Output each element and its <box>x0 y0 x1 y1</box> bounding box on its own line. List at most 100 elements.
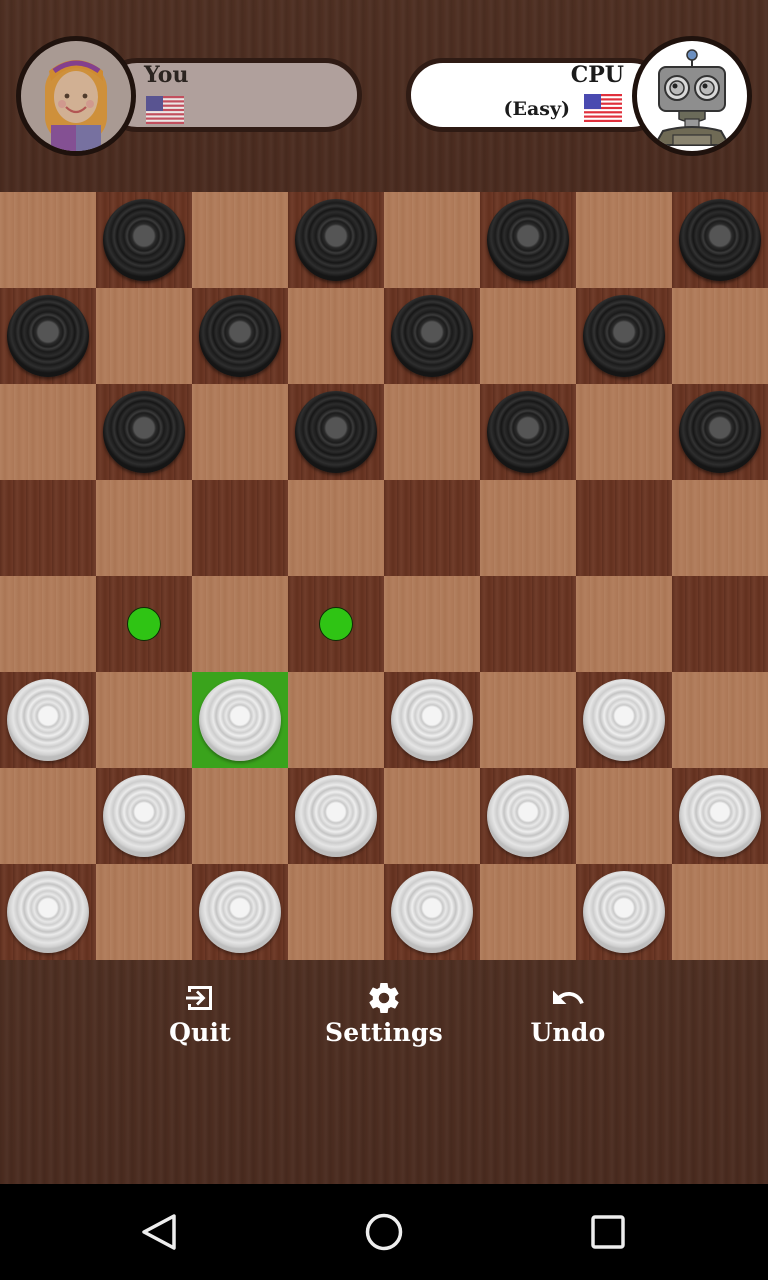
board-square-r7c0[interactable] <box>0 864 96 960</box>
gear-icon <box>304 980 464 1016</box>
board-square-r6c7[interactable] <box>672 768 768 864</box>
board-square-r5c4[interactable] <box>384 672 480 768</box>
white-checker-piece[interactable] <box>7 871 89 953</box>
board-square-r3c7 <box>672 480 768 576</box>
black-checker-piece[interactable] <box>295 199 377 281</box>
recents-icon[interactable] <box>584 1208 632 1256</box>
board-square-r6c4 <box>384 768 480 864</box>
board-square-r5c6[interactable] <box>576 672 672 768</box>
board-square-r6c0 <box>0 768 96 864</box>
black-checker-piece[interactable] <box>7 295 89 377</box>
system-nav-bar <box>0 1184 768 1280</box>
board-square-r2c3[interactable] <box>288 384 384 480</box>
board-square-r1c6[interactable] <box>576 288 672 384</box>
white-checker-piece[interactable] <box>583 871 665 953</box>
board-square-r7c3 <box>288 864 384 960</box>
white-checker-piece[interactable] <box>103 775 185 857</box>
board-square-r1c4[interactable] <box>384 288 480 384</box>
board-square-r1c5 <box>480 288 576 384</box>
board-square-r6c3[interactable] <box>288 768 384 864</box>
white-checker-piece[interactable] <box>199 871 281 953</box>
board-square-r4c5[interactable] <box>480 576 576 672</box>
board-square-r3c1 <box>96 480 192 576</box>
board-square-r0c3[interactable] <box>288 192 384 288</box>
black-checker-piece[interactable] <box>583 295 665 377</box>
black-checker-piece[interactable] <box>391 295 473 377</box>
black-checker-piece[interactable] <box>103 199 185 281</box>
board-square-r0c6 <box>576 192 672 288</box>
board-square-r3c4[interactable] <box>384 480 480 576</box>
black-checker-piece[interactable] <box>679 391 761 473</box>
board-square-r7c7 <box>672 864 768 960</box>
white-checker-piece[interactable] <box>391 679 473 761</box>
black-checker-piece[interactable] <box>487 199 569 281</box>
board-square-r2c7[interactable] <box>672 384 768 480</box>
board-square-r2c1[interactable] <box>96 384 192 480</box>
board-square-r7c4[interactable] <box>384 864 480 960</box>
board-square-r3c0[interactable] <box>0 480 96 576</box>
board-square-r4c4 <box>384 576 480 672</box>
black-checker-piece[interactable] <box>199 295 281 377</box>
board-square-r0c2 <box>192 192 288 288</box>
board-square-r5c0[interactable] <box>0 672 96 768</box>
board-square-r6c5[interactable] <box>480 768 576 864</box>
board-square-r2c5[interactable] <box>480 384 576 480</box>
black-checker-piece[interactable] <box>487 391 569 473</box>
board-square-r1c3 <box>288 288 384 384</box>
player-cpu-pill <box>406 58 668 132</box>
possible-move-marker[interactable] <box>319 607 353 641</box>
black-checker-piece[interactable] <box>679 199 761 281</box>
board-square-r4c7[interactable] <box>672 576 768 672</box>
settings-button[interactable]: Settings <box>304 980 464 1047</box>
black-checker-piece[interactable] <box>103 391 185 473</box>
undo-label: Undo <box>530 1018 606 1047</box>
board-square-r3c5 <box>480 480 576 576</box>
board-square-r4c3[interactable] <box>288 576 384 672</box>
board-square-r3c2[interactable] <box>192 480 288 576</box>
back-icon[interactable] <box>136 1208 184 1256</box>
board-square-r7c5 <box>480 864 576 960</box>
white-checker-piece[interactable] <box>583 679 665 761</box>
board-square-r5c5 <box>480 672 576 768</box>
board-square-r6c2 <box>192 768 288 864</box>
white-checker-piece[interactable] <box>295 775 377 857</box>
board-square-r5c1 <box>96 672 192 768</box>
board-square-r7c2[interactable] <box>192 864 288 960</box>
board-square-r7c1 <box>96 864 192 960</box>
white-checker-piece[interactable] <box>487 775 569 857</box>
board-square-r2c4 <box>384 384 480 480</box>
board-square-r0c1[interactable] <box>96 192 192 288</box>
robot-avatar-icon <box>632 36 752 156</box>
home-icon[interactable] <box>360 1208 408 1256</box>
possible-move-marker[interactable] <box>127 607 161 641</box>
board-square-r0c5[interactable] <box>480 192 576 288</box>
board-square-r1c2[interactable] <box>192 288 288 384</box>
undo-button[interactable]: Undo <box>488 980 648 1047</box>
player-cpu-level: (Easy) <box>503 98 570 120</box>
board-square-r0c4 <box>384 192 480 288</box>
board-square-r1c7 <box>672 288 768 384</box>
black-checker-piece[interactable] <box>295 391 377 473</box>
white-checker-piece[interactable] <box>391 871 473 953</box>
white-checker-piece[interactable] <box>679 775 761 857</box>
settings-label: Settings <box>325 1018 443 1047</box>
board-square-r2c2 <box>192 384 288 480</box>
board-square-r1c0[interactable] <box>0 288 96 384</box>
board-square-r0c7[interactable] <box>672 192 768 288</box>
board-square-r4c2 <box>192 576 288 672</box>
quit-button[interactable]: Quit <box>120 980 280 1047</box>
board-square-r5c2[interactable] <box>192 672 288 768</box>
board-square-r3c3 <box>288 480 384 576</box>
quit-label: Quit <box>169 1018 231 1047</box>
selected-white-checker-piece[interactable] <box>199 679 281 761</box>
board-square-r1c1 <box>96 288 192 384</box>
board-square-r2c0 <box>0 384 96 480</box>
board-square-r4c6 <box>576 576 672 672</box>
white-checker-piece[interactable] <box>7 679 89 761</box>
board-square-r6c6 <box>576 768 672 864</box>
board-square-r4c1[interactable] <box>96 576 192 672</box>
board-square-r6c1[interactable] <box>96 768 192 864</box>
board-square-r3c6[interactable] <box>576 480 672 576</box>
board-square-r7c6[interactable] <box>576 864 672 960</box>
us-flag-icon <box>584 94 622 122</box>
